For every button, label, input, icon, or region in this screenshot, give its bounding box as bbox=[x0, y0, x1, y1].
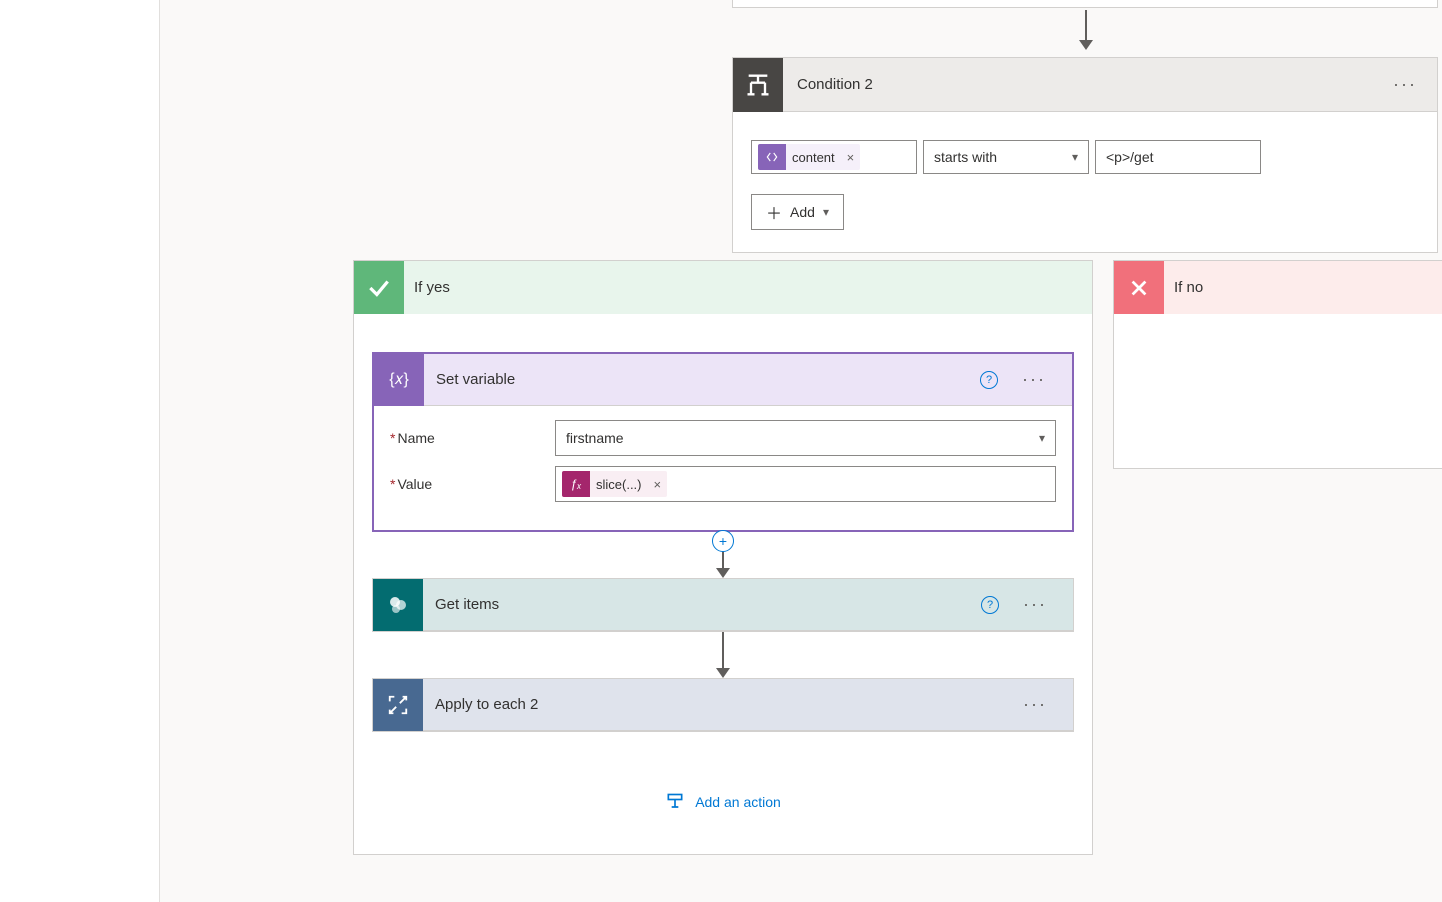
variable-value-field[interactable]: ƒₓ slice(...) × bbox=[555, 466, 1056, 502]
condition-icon bbox=[733, 58, 783, 112]
add-action-button[interactable]: Add an action bbox=[1132, 412, 1442, 432]
loop-icon bbox=[373, 679, 423, 731]
if-no-body: Add an action bbox=[1114, 314, 1442, 468]
more-button[interactable]: ··· bbox=[1003, 694, 1067, 715]
help-icon[interactable]: ? bbox=[981, 596, 999, 614]
previous-action-card-edge bbox=[732, 0, 1438, 8]
insert-step-button[interactable]: + bbox=[712, 530, 734, 552]
add-button-label: Add bbox=[790, 204, 815, 220]
set-variable-body: *Name firstname ▾ *Value ƒₓ sl bbox=[374, 406, 1072, 530]
more-button[interactable]: ··· bbox=[1003, 594, 1067, 615]
apply-to-each-header[interactable]: Apply to each 2 ··· bbox=[373, 679, 1073, 731]
condition-more-button[interactable]: ··· bbox=[1373, 74, 1437, 95]
chevron-down-icon: ▾ bbox=[1072, 150, 1078, 164]
token-remove-button[interactable]: × bbox=[841, 150, 861, 165]
chevron-down-icon: ▾ bbox=[823, 205, 829, 219]
chevron-down-icon: ▾ bbox=[1039, 431, 1045, 445]
if-no-branch: If no Add an action bbox=[1113, 260, 1442, 469]
plus-icon: ＋ bbox=[766, 200, 782, 224]
apply-to-each-title: Apply to each 2 bbox=[423, 696, 1003, 713]
name-label: *Name bbox=[390, 430, 555, 446]
expression-remove-button[interactable]: × bbox=[648, 477, 668, 492]
condition-right-operand-field[interactable]: <p>/get bbox=[1095, 140, 1261, 174]
help-icon[interactable]: ? bbox=[980, 371, 998, 389]
fx-icon: ƒₓ bbox=[562, 471, 590, 497]
sharepoint-icon bbox=[373, 579, 423, 631]
if-yes-body: {𝑥} Set variable ? ··· *Name firstname bbox=[354, 314, 1092, 838]
variable-icon: {𝑥} bbox=[374, 354, 424, 406]
condition-left-operand-field[interactable]: content × bbox=[751, 140, 917, 174]
condition-operator-select[interactable]: starts with ▾ bbox=[923, 140, 1089, 174]
token-icon bbox=[758, 144, 786, 170]
set-variable-title: Set variable bbox=[424, 371, 980, 388]
expression-text: slice(...) bbox=[590, 477, 648, 492]
if-no-title: If no bbox=[1164, 279, 1203, 296]
connector-arrow bbox=[372, 632, 1074, 678]
get-items-header[interactable]: Get items ? ··· bbox=[373, 579, 1073, 631]
add-condition-row-button[interactable]: ＋ Add ▾ bbox=[751, 194, 844, 230]
get-items-action[interactable]: Get items ? ··· bbox=[372, 578, 1074, 632]
condition-header[interactable]: Condition 2 ··· bbox=[733, 58, 1437, 112]
close-icon bbox=[1114, 261, 1164, 314]
check-icon bbox=[354, 261, 404, 314]
add-action-label: Add an action bbox=[695, 794, 781, 810]
content-token-pill[interactable]: content × bbox=[758, 144, 860, 170]
condition-card[interactable]: Condition 2 ··· content × starts with ▾ … bbox=[732, 57, 1438, 253]
if-no-header[interactable]: If no bbox=[1114, 261, 1442, 314]
if-yes-branch: If yes {𝑥} Set variable ? ··· bbox=[353, 260, 1093, 855]
sidebar-placeholder bbox=[0, 0, 160, 902]
condition-title: Condition 2 bbox=[783, 76, 1373, 93]
variable-name-select[interactable]: firstname ▾ bbox=[555, 420, 1056, 456]
variable-name-value: firstname bbox=[566, 430, 624, 446]
right-operand-value: <p>/get bbox=[1106, 149, 1154, 165]
condition-body: content × starts with ▾ <p>/get ＋ Add ▾ bbox=[733, 112, 1437, 252]
value-label: *Value bbox=[390, 476, 555, 492]
if-yes-title: If yes bbox=[404, 279, 450, 296]
flow-canvas: Condition 2 ··· content × starts with ▾ … bbox=[160, 0, 1442, 902]
connector-arrow bbox=[1085, 10, 1087, 48]
if-yes-header[interactable]: If yes bbox=[354, 261, 1092, 314]
operator-value: starts with bbox=[934, 149, 997, 165]
connector-arrow: + bbox=[372, 532, 1074, 578]
set-variable-header[interactable]: {𝑥} Set variable ? ··· bbox=[374, 354, 1072, 406]
apply-to-each-action[interactable]: Apply to each 2 ··· bbox=[372, 678, 1074, 732]
add-action-button[interactable]: Add an action bbox=[372, 792, 1074, 812]
set-variable-action[interactable]: {𝑥} Set variable ? ··· *Name firstname bbox=[372, 352, 1074, 532]
expression-pill[interactable]: ƒₓ slice(...) × bbox=[562, 471, 667, 497]
token-label: content bbox=[786, 150, 841, 165]
more-button[interactable]: ··· bbox=[1002, 369, 1066, 390]
get-items-title: Get items bbox=[423, 596, 981, 613]
